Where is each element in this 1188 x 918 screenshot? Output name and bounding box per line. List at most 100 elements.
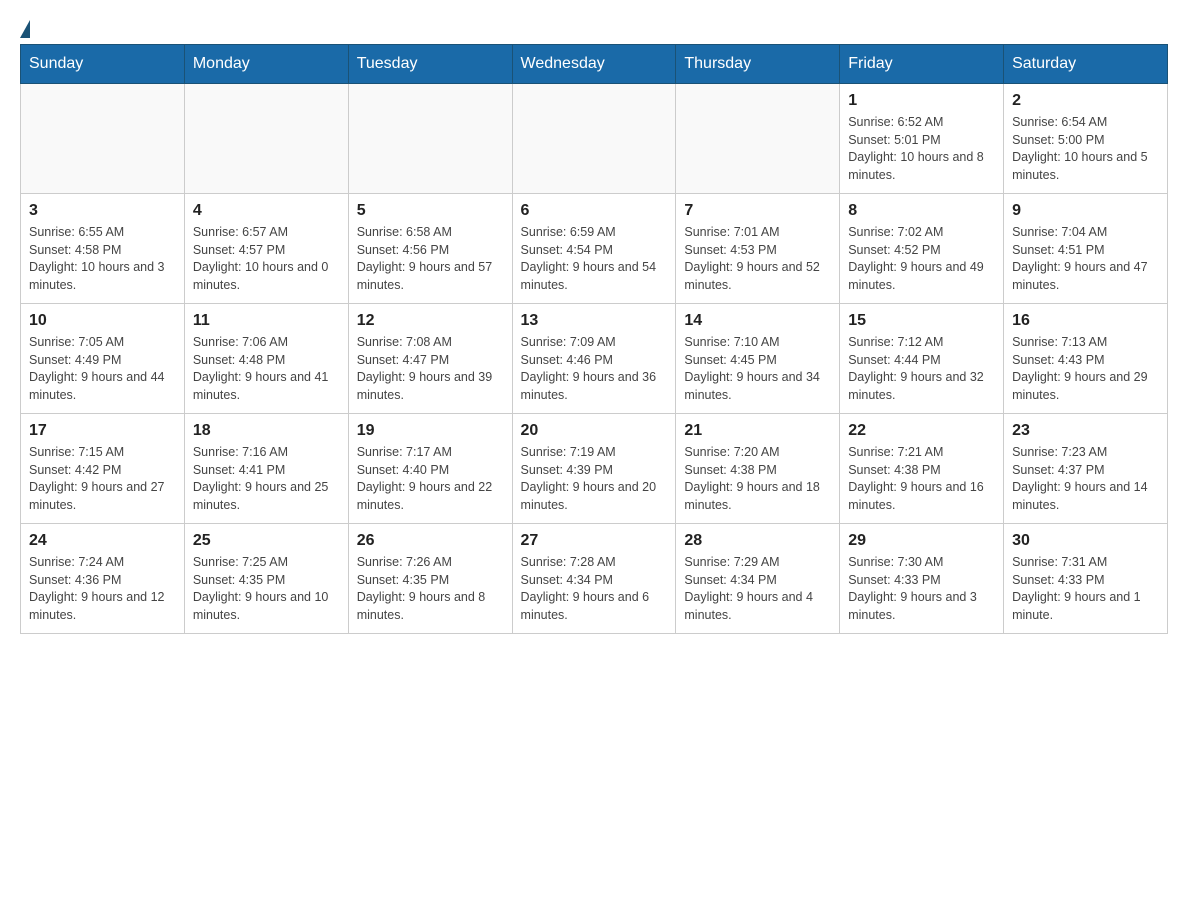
calendar-cell: 16Sunrise: 7:13 AM Sunset: 4:43 PM Dayli… [1004, 304, 1168, 414]
day-info: Sunrise: 7:25 AM Sunset: 4:35 PM Dayligh… [193, 554, 340, 624]
day-info: Sunrise: 7:28 AM Sunset: 4:34 PM Dayligh… [521, 554, 668, 624]
day-info: Sunrise: 6:58 AM Sunset: 4:56 PM Dayligh… [357, 224, 504, 294]
calendar-cell: 17Sunrise: 7:15 AM Sunset: 4:42 PM Dayli… [21, 414, 185, 524]
day-number: 6 [521, 202, 668, 220]
day-info: Sunrise: 7:04 AM Sunset: 4:51 PM Dayligh… [1012, 224, 1159, 294]
day-number: 19 [357, 422, 504, 440]
calendar-cell: 9 Sunrise: 7:04 AM Sunset: 4:51 PM Daylig… [1004, 194, 1168, 304]
weekday-header-friday: Friday [840, 45, 1004, 84]
day-number: 11 [193, 312, 340, 330]
calendar-cell: 24 Sunrise: 7:24 AM Sunset: 4:36 PM Dayli… [21, 524, 185, 634]
day-info: Sunrise: 6:55 AM Sunset: 4:58 PM Dayligh… [29, 224, 176, 294]
calendar-cell: 10Sunrise: 7:05 AM Sunset: 4:49 PM Dayli… [21, 304, 185, 414]
day-info: Sunrise: 7:15 AM Sunset: 4:42 PM Dayligh… [29, 444, 176, 514]
day-info: Sunrise: 7:20 AM Sunset: 4:38 PM Dayligh… [684, 444, 831, 514]
day-info: Sunrise: 7:30 AM Sunset: 4:33 PM Dayligh… [848, 554, 995, 624]
day-info: Sunrise: 7:24 AM Sunset: 4:36 PM Dayligh… [29, 554, 176, 624]
calendar-cell [512, 84, 676, 194]
day-number: 18 [193, 422, 340, 440]
day-info: Sunrise: 7:16 AM Sunset: 4:41 PM Dayligh… [193, 444, 340, 514]
calendar-table: SundayMondayTuesdayWednesdayThursdayFrid… [20, 44, 1168, 634]
day-number: 30 [1012, 532, 1159, 550]
calendar-cell: 2 Sunrise: 6:54 AM Sunset: 5:00 PM Daylig… [1004, 84, 1168, 194]
calendar-cell: 1 Sunrise: 6:52 AM Sunset: 5:01 PM Daylig… [840, 84, 1004, 194]
calendar-cell: 4 Sunrise: 6:57 AM Sunset: 4:57 PM Daylig… [184, 194, 348, 304]
weekday-header-row: SundayMondayTuesdayWednesdayThursdayFrid… [21, 45, 1168, 84]
weekday-header-tuesday: Tuesday [348, 45, 512, 84]
day-number: 13 [521, 312, 668, 330]
calendar-cell: 12Sunrise: 7:08 AM Sunset: 4:47 PM Dayli… [348, 304, 512, 414]
day-number: 1 [848, 92, 995, 110]
week-row-1: 1 Sunrise: 6:52 AM Sunset: 5:01 PM Daylig… [21, 84, 1168, 194]
day-info: Sunrise: 6:54 AM Sunset: 5:00 PM Dayligh… [1012, 114, 1159, 184]
calendar-cell: 13 Sunrise: 7:09 AM Sunset: 4:46 PM Dayli… [512, 304, 676, 414]
day-number: 23 [1012, 422, 1159, 440]
day-number: 25 [193, 532, 340, 550]
day-info: Sunrise: 7:13 AM Sunset: 4:43 PM Dayligh… [1012, 334, 1159, 404]
day-info: Sunrise: 7:09 AM Sunset: 4:46 PM Dayligh… [521, 334, 668, 404]
calendar-cell: 22 Sunrise: 7:21 AM Sunset: 4:38 PM Dayli… [840, 414, 1004, 524]
calendar-cell: 3Sunrise: 6:55 AM Sunset: 4:58 PM Daylig… [21, 194, 185, 304]
day-info: Sunrise: 7:06 AM Sunset: 4:48 PM Dayligh… [193, 334, 340, 404]
day-info: Sunrise: 7:02 AM Sunset: 4:52 PM Dayligh… [848, 224, 995, 294]
day-info: Sunrise: 7:12 AM Sunset: 4:44 PM Dayligh… [848, 334, 995, 404]
day-info: Sunrise: 6:52 AM Sunset: 5:01 PM Dayligh… [848, 114, 995, 184]
calendar-cell [21, 84, 185, 194]
day-number: 24 [29, 532, 176, 550]
calendar-cell: 27 Sunrise: 7:28 AM Sunset: 4:34 PM Dayli… [512, 524, 676, 634]
day-info: Sunrise: 6:57 AM Sunset: 4:57 PM Dayligh… [193, 224, 340, 294]
calendar-cell: 14 Sunrise: 7:10 AM Sunset: 4:45 PM Dayli… [676, 304, 840, 414]
calendar-cell: 7 Sunrise: 7:01 AM Sunset: 4:53 PM Daylig… [676, 194, 840, 304]
day-number: 22 [848, 422, 995, 440]
day-info: Sunrise: 6:59 AM Sunset: 4:54 PM Dayligh… [521, 224, 668, 294]
calendar-cell: 26 Sunrise: 7:26 AM Sunset: 4:35 PM Dayli… [348, 524, 512, 634]
day-number: 15 [848, 312, 995, 330]
day-info: Sunrise: 7:31 AM Sunset: 4:33 PM Dayligh… [1012, 554, 1159, 624]
calendar-cell: 25 Sunrise: 7:25 AM Sunset: 4:35 PM Dayli… [184, 524, 348, 634]
day-number: 12 [357, 312, 504, 330]
calendar-cell: 11 Sunrise: 7:06 AM Sunset: 4:48 PM Dayli… [184, 304, 348, 414]
calendar-cell: 6 Sunrise: 6:59 AM Sunset: 4:54 PM Daylig… [512, 194, 676, 304]
weekday-header-monday: Monday [184, 45, 348, 84]
day-number: 9 [1012, 202, 1159, 220]
page-header [20, 20, 1168, 34]
day-info: Sunrise: 7:29 AM Sunset: 4:34 PM Dayligh… [684, 554, 831, 624]
day-info: Sunrise: 7:21 AM Sunset: 4:38 PM Dayligh… [848, 444, 995, 514]
week-row-4: 17Sunrise: 7:15 AM Sunset: 4:42 PM Dayli… [21, 414, 1168, 524]
calendar-cell: 23 Sunrise: 7:23 AM Sunset: 4:37 PM Dayli… [1004, 414, 1168, 524]
week-row-2: 3Sunrise: 6:55 AM Sunset: 4:58 PM Daylig… [21, 194, 1168, 304]
calendar-cell [676, 84, 840, 194]
day-number: 10 [29, 312, 176, 330]
calendar-cell: 18 Sunrise: 7:16 AM Sunset: 4:41 PM Dayli… [184, 414, 348, 524]
day-number: 7 [684, 202, 831, 220]
calendar-cell: 29 Sunrise: 7:30 AM Sunset: 4:33 PM Dayli… [840, 524, 1004, 634]
day-number: 5 [357, 202, 504, 220]
logo[interactable] [20, 20, 30, 34]
day-info: Sunrise: 7:26 AM Sunset: 4:35 PM Dayligh… [357, 554, 504, 624]
weekday-header-saturday: Saturday [1004, 45, 1168, 84]
day-info: Sunrise: 7:19 AM Sunset: 4:39 PM Dayligh… [521, 444, 668, 514]
day-number: 14 [684, 312, 831, 330]
week-row-5: 24 Sunrise: 7:24 AM Sunset: 4:36 PM Dayli… [21, 524, 1168, 634]
day-number: 21 [684, 422, 831, 440]
day-number: 26 [357, 532, 504, 550]
calendar-cell: 5 Sunrise: 6:58 AM Sunset: 4:56 PM Daylig… [348, 194, 512, 304]
day-number: 27 [521, 532, 668, 550]
calendar-cell: 19 Sunrise: 7:17 AM Sunset: 4:40 PM Dayli… [348, 414, 512, 524]
day-number: 8 [848, 202, 995, 220]
calendar-cell: 28Sunrise: 7:29 AM Sunset: 4:34 PM Dayli… [676, 524, 840, 634]
day-info: Sunrise: 7:10 AM Sunset: 4:45 PM Dayligh… [684, 334, 831, 404]
day-info: Sunrise: 7:17 AM Sunset: 4:40 PM Dayligh… [357, 444, 504, 514]
day-number: 4 [193, 202, 340, 220]
calendar-cell: 30 Sunrise: 7:31 AM Sunset: 4:33 PM Dayli… [1004, 524, 1168, 634]
calendar-cell: 15 Sunrise: 7:12 AM Sunset: 4:44 PM Dayli… [840, 304, 1004, 414]
weekday-header-sunday: Sunday [21, 45, 185, 84]
logo-triangle-icon [20, 20, 30, 38]
day-info: Sunrise: 7:23 AM Sunset: 4:37 PM Dayligh… [1012, 444, 1159, 514]
week-row-3: 10Sunrise: 7:05 AM Sunset: 4:49 PM Dayli… [21, 304, 1168, 414]
calendar-cell [348, 84, 512, 194]
calendar-cell: 20Sunrise: 7:19 AM Sunset: 4:39 PM Dayli… [512, 414, 676, 524]
day-number: 2 [1012, 92, 1159, 110]
day-number: 29 [848, 532, 995, 550]
day-info: Sunrise: 7:01 AM Sunset: 4:53 PM Dayligh… [684, 224, 831, 294]
